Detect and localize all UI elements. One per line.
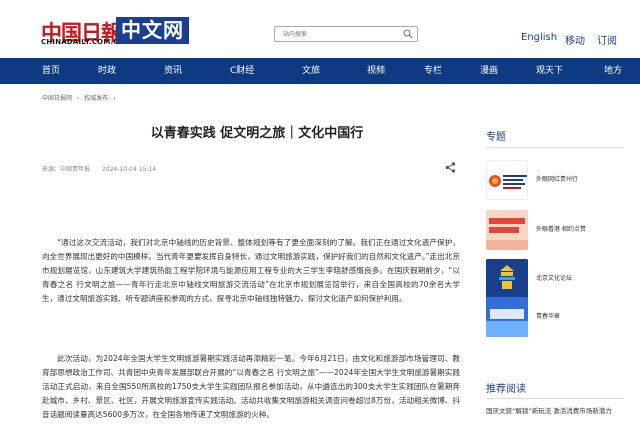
breadcrumb-section[interactable]: 权威发布	[84, 95, 108, 102]
hongkong-banner-icon	[486, 210, 528, 250]
main-nav: 首页 时政 资讯 C财经 文旅 视频 专栏 漫画 观天下 地方	[0, 58, 640, 84]
breadcrumb: 中国日报网 › 权威发布 ›	[42, 93, 119, 102]
recommended-link[interactable]: 国庆文旅“解锁”新玩法 激活消费市场新潜力	[486, 406, 626, 417]
recommended-divider	[486, 398, 624, 399]
subscribe-link[interactable]: 订阅	[597, 32, 617, 47]
breadcrumb-separator: ›	[113, 95, 116, 102]
nav-video[interactable]: 视频	[367, 58, 385, 84]
logo-subtitle: CHINADAILY.COM.CN	[41, 38, 125, 46]
nav-world[interactable]: 观天下	[536, 58, 563, 84]
article-date: 2024-10-04 15:14	[101, 166, 157, 173]
nav-comics[interactable]: 漫画	[480, 58, 498, 84]
topic-label[interactable]: 青春华章	[536, 311, 560, 320]
article-paragraph: “通过这次交流活动，我们对北京中轴线的历史背景、整体规划等有了更全面深刻的了解。…	[42, 238, 460, 303]
share-icon[interactable]	[445, 162, 456, 173]
topic-thumbnail[interactable]	[486, 297, 528, 337]
topic-item[interactable]: 青春华章	[486, 297, 626, 337]
storyteller-logo-icon	[489, 175, 527, 189]
topic-item[interactable]: 外眼看港 相约点赞	[486, 210, 626, 250]
article-meta: 来源：中国青年报 2024-10-04 15:14	[42, 164, 166, 173]
search-box	[274, 26, 418, 42]
topics-heading: 专题	[486, 132, 506, 143]
search-icon[interactable]	[403, 29, 413, 39]
topic-item[interactable]: 北京文化论坛	[486, 259, 626, 299]
logo-badge[interactable]: 中文网	[116, 17, 189, 44]
nav-finance[interactable]: C财经	[230, 58, 254, 84]
article-source: 来源：中国青年报	[42, 166, 91, 173]
nav-local[interactable]: 地方	[604, 58, 622, 84]
topic-item[interactable]: 外眼网红贵州行	[486, 160, 626, 200]
mobile-link[interactable]: 移动	[565, 32, 585, 47]
nav-home[interactable]: 首页	[42, 58, 60, 84]
topic-thumbnail[interactable]	[486, 210, 528, 250]
beijing-forum-icon	[486, 259, 528, 299]
nav-culture-travel[interactable]: 文旅	[302, 58, 320, 84]
topic-label[interactable]: 外眼网红贵州行	[536, 174, 578, 183]
topic-thumbnail[interactable]	[486, 160, 528, 200]
nav-politics[interactable]: 时政	[98, 58, 116, 84]
recommended-heading: 推荐阅读	[486, 384, 526, 395]
breadcrumb-home[interactable]: 中国日报网	[42, 95, 72, 102]
breadcrumb-separator: ›	[76, 95, 80, 102]
topic-label[interactable]: 外眼看港 相约点赞	[536, 224, 586, 233]
site-header: 中国日報 CHINADAILY.COM.CN 中文网 English 移动 订阅	[0, 0, 640, 58]
topic-label[interactable]: 北京文化论坛	[536, 273, 572, 282]
site-logo[interactable]: 中国日報 CHINADAILY.COM.CN	[41, 14, 125, 47]
topic-thumbnail[interactable]	[486, 259, 528, 299]
youth-banner-icon	[486, 297, 528, 337]
article-title: 以青春实践 促文明之旅｜文化中国行	[150, 126, 364, 141]
search-input[interactable]	[275, 27, 399, 41]
english-link[interactable]: English	[521, 32, 557, 43]
nav-news[interactable]: 资讯	[164, 58, 182, 84]
nav-columns[interactable]: 专栏	[424, 58, 442, 84]
topics-divider	[486, 147, 624, 148]
article-paragraph: 此次活动，为2024年全国大学生文明旅游暑期实践活动再添精彩一笔。今年6月21日…	[42, 354, 460, 419]
